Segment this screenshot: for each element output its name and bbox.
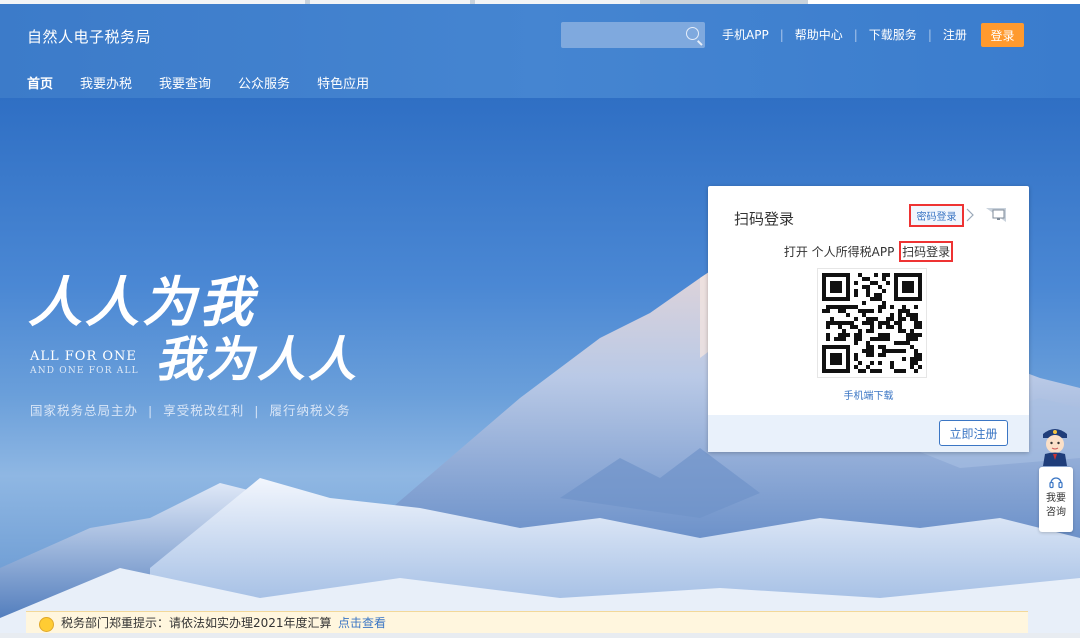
link-help-center[interactable]: 帮助中心 bbox=[795, 26, 843, 43]
main-nav: 首页 我要办税 我要查询 公众服务 特色应用 bbox=[27, 73, 396, 100]
divider: | bbox=[254, 403, 260, 418]
scan-login-highlight: 扫码登录 bbox=[899, 241, 954, 262]
login-button[interactable]: 登录 bbox=[981, 23, 1024, 47]
nav-item-tax-handling[interactable]: 我要办税 bbox=[80, 73, 132, 98]
slogan-english-2: AND ONE FOR ALL bbox=[30, 366, 139, 376]
mobile-download-link[interactable]: 手机端下载 bbox=[708, 387, 1029, 402]
consult-widget[interactable]: 我要 咨询 bbox=[1039, 467, 1073, 532]
tax-officer-avatar-icon[interactable] bbox=[1037, 422, 1073, 466]
notice-bar: 税务部门郑重提示：请依法如实办理2021年度汇算 点击查看 bbox=[26, 611, 1028, 634]
notice-text: 税务部门郑重提示：请依法如实办理2021年度汇算 bbox=[61, 616, 332, 630]
slogan-subtitle: 国家税务总局主办 | 享受税改红利 | 履行纳税义务 bbox=[30, 400, 350, 419]
nav-item-query[interactable]: 我要查询 bbox=[159, 73, 211, 98]
divider: | bbox=[927, 27, 932, 42]
qr-login-panel: 扫码登录 密码登录 打开 个人所得税APP 扫码登录 手机端下载 立即注册 bbox=[708, 186, 1029, 452]
site-header: 自然人电子税务局 手机APP | 帮助中心 | 下载服务 | 注册 登录 首页 … bbox=[0, 4, 1080, 100]
subtitle-part: 国家税务总局主办 bbox=[30, 403, 139, 418]
nav-item-home[interactable]: 首页 bbox=[27, 73, 54, 100]
divider: | bbox=[148, 403, 154, 418]
link-register[interactable]: 注册 bbox=[943, 26, 967, 43]
divider: | bbox=[853, 27, 858, 42]
instruction-text: 打开 个人所得税APP bbox=[783, 245, 899, 259]
slogan-line-2: 我为人人 bbox=[155, 332, 360, 388]
link-download-service[interactable]: 下载服务 bbox=[869, 26, 917, 43]
consult-label: 咨询 bbox=[1046, 507, 1066, 518]
slogan-english-1: ALL FOR ONE bbox=[30, 349, 137, 364]
qr-code-image bbox=[822, 273, 922, 373]
computer-corner-icon[interactable] bbox=[984, 206, 1008, 224]
register-now-button[interactable]: 立即注册 bbox=[939, 420, 1008, 446]
subtitle-part: 享受税改红利 bbox=[163, 403, 245, 418]
search-icon[interactable] bbox=[686, 27, 699, 40]
nav-item-public-service[interactable]: 公众服务 bbox=[238, 73, 290, 98]
top-links: 手机APP | 帮助中心 | 下载服务 | 注册 bbox=[722, 26, 967, 43]
site-title: 自然人电子税务局 bbox=[27, 28, 152, 46]
notice-view-link[interactable]: 点击查看 bbox=[338, 614, 386, 631]
link-mobile-app[interactable]: 手机APP bbox=[722, 26, 769, 43]
consult-label: 我要 bbox=[1046, 493, 1066, 504]
subtitle-part: 履行纳税义务 bbox=[269, 403, 351, 418]
chevron-right-icon bbox=[966, 208, 974, 222]
nav-item-featured-apps[interactable]: 特色应用 bbox=[317, 73, 369, 98]
smiley-icon bbox=[39, 617, 54, 632]
panel-title: 扫码登录 bbox=[734, 210, 795, 228]
headset-icon bbox=[1049, 477, 1063, 489]
bottom-strip bbox=[0, 633, 1080, 638]
scan-instruction: 打开 个人所得税APP 扫码登录 bbox=[708, 241, 1029, 262]
divider: | bbox=[779, 27, 784, 42]
password-login-tab[interactable]: 密码登录 bbox=[909, 204, 964, 227]
qr-code bbox=[817, 268, 927, 378]
search-input[interactable] bbox=[561, 22, 705, 48]
